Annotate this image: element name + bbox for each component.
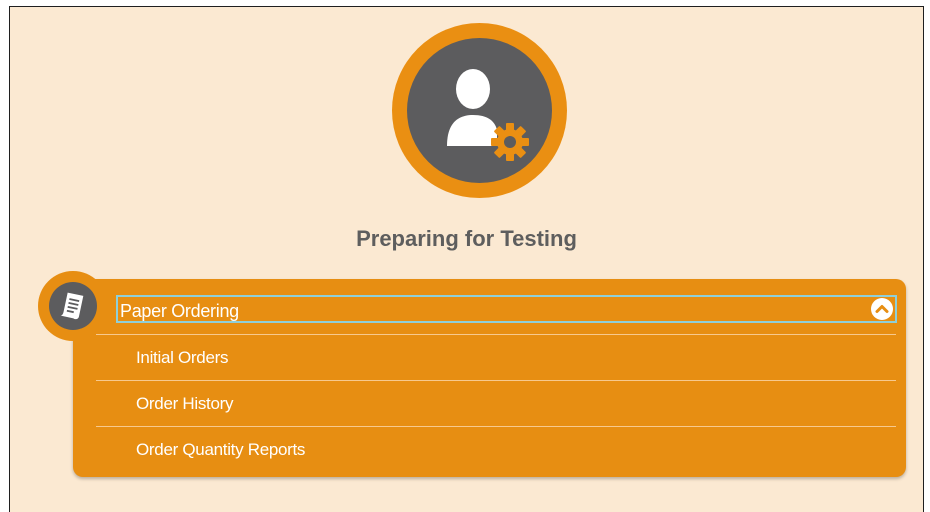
menu-item-label: Order Quantity Reports [136,440,306,459]
menu-item-initial-orders[interactable]: Initial Orders [96,334,896,380]
page-frame: Preparing for Testing Paper Ordering Ini [9,6,924,512]
menu-item-label: Initial Orders [136,348,229,367]
collapse-button[interactable] [871,298,893,320]
menu-item-label: Order History [136,394,234,413]
menu-item-order-quantity-reports[interactable]: Order Quantity Reports [96,426,896,472]
page-title: Preparing for Testing [356,226,577,251]
paper-ordering-header[interactable]: Paper Ordering [116,295,897,323]
hero-icon-badge [392,23,567,198]
chevron-up-icon [875,305,889,313]
panel-icon-badge [38,271,108,341]
menu-item-order-history[interactable]: Order History [96,380,896,426]
paper-ordering-label: Paper Ordering [120,301,239,321]
document-icon [60,292,84,320]
user-gear-icon [447,69,529,161]
